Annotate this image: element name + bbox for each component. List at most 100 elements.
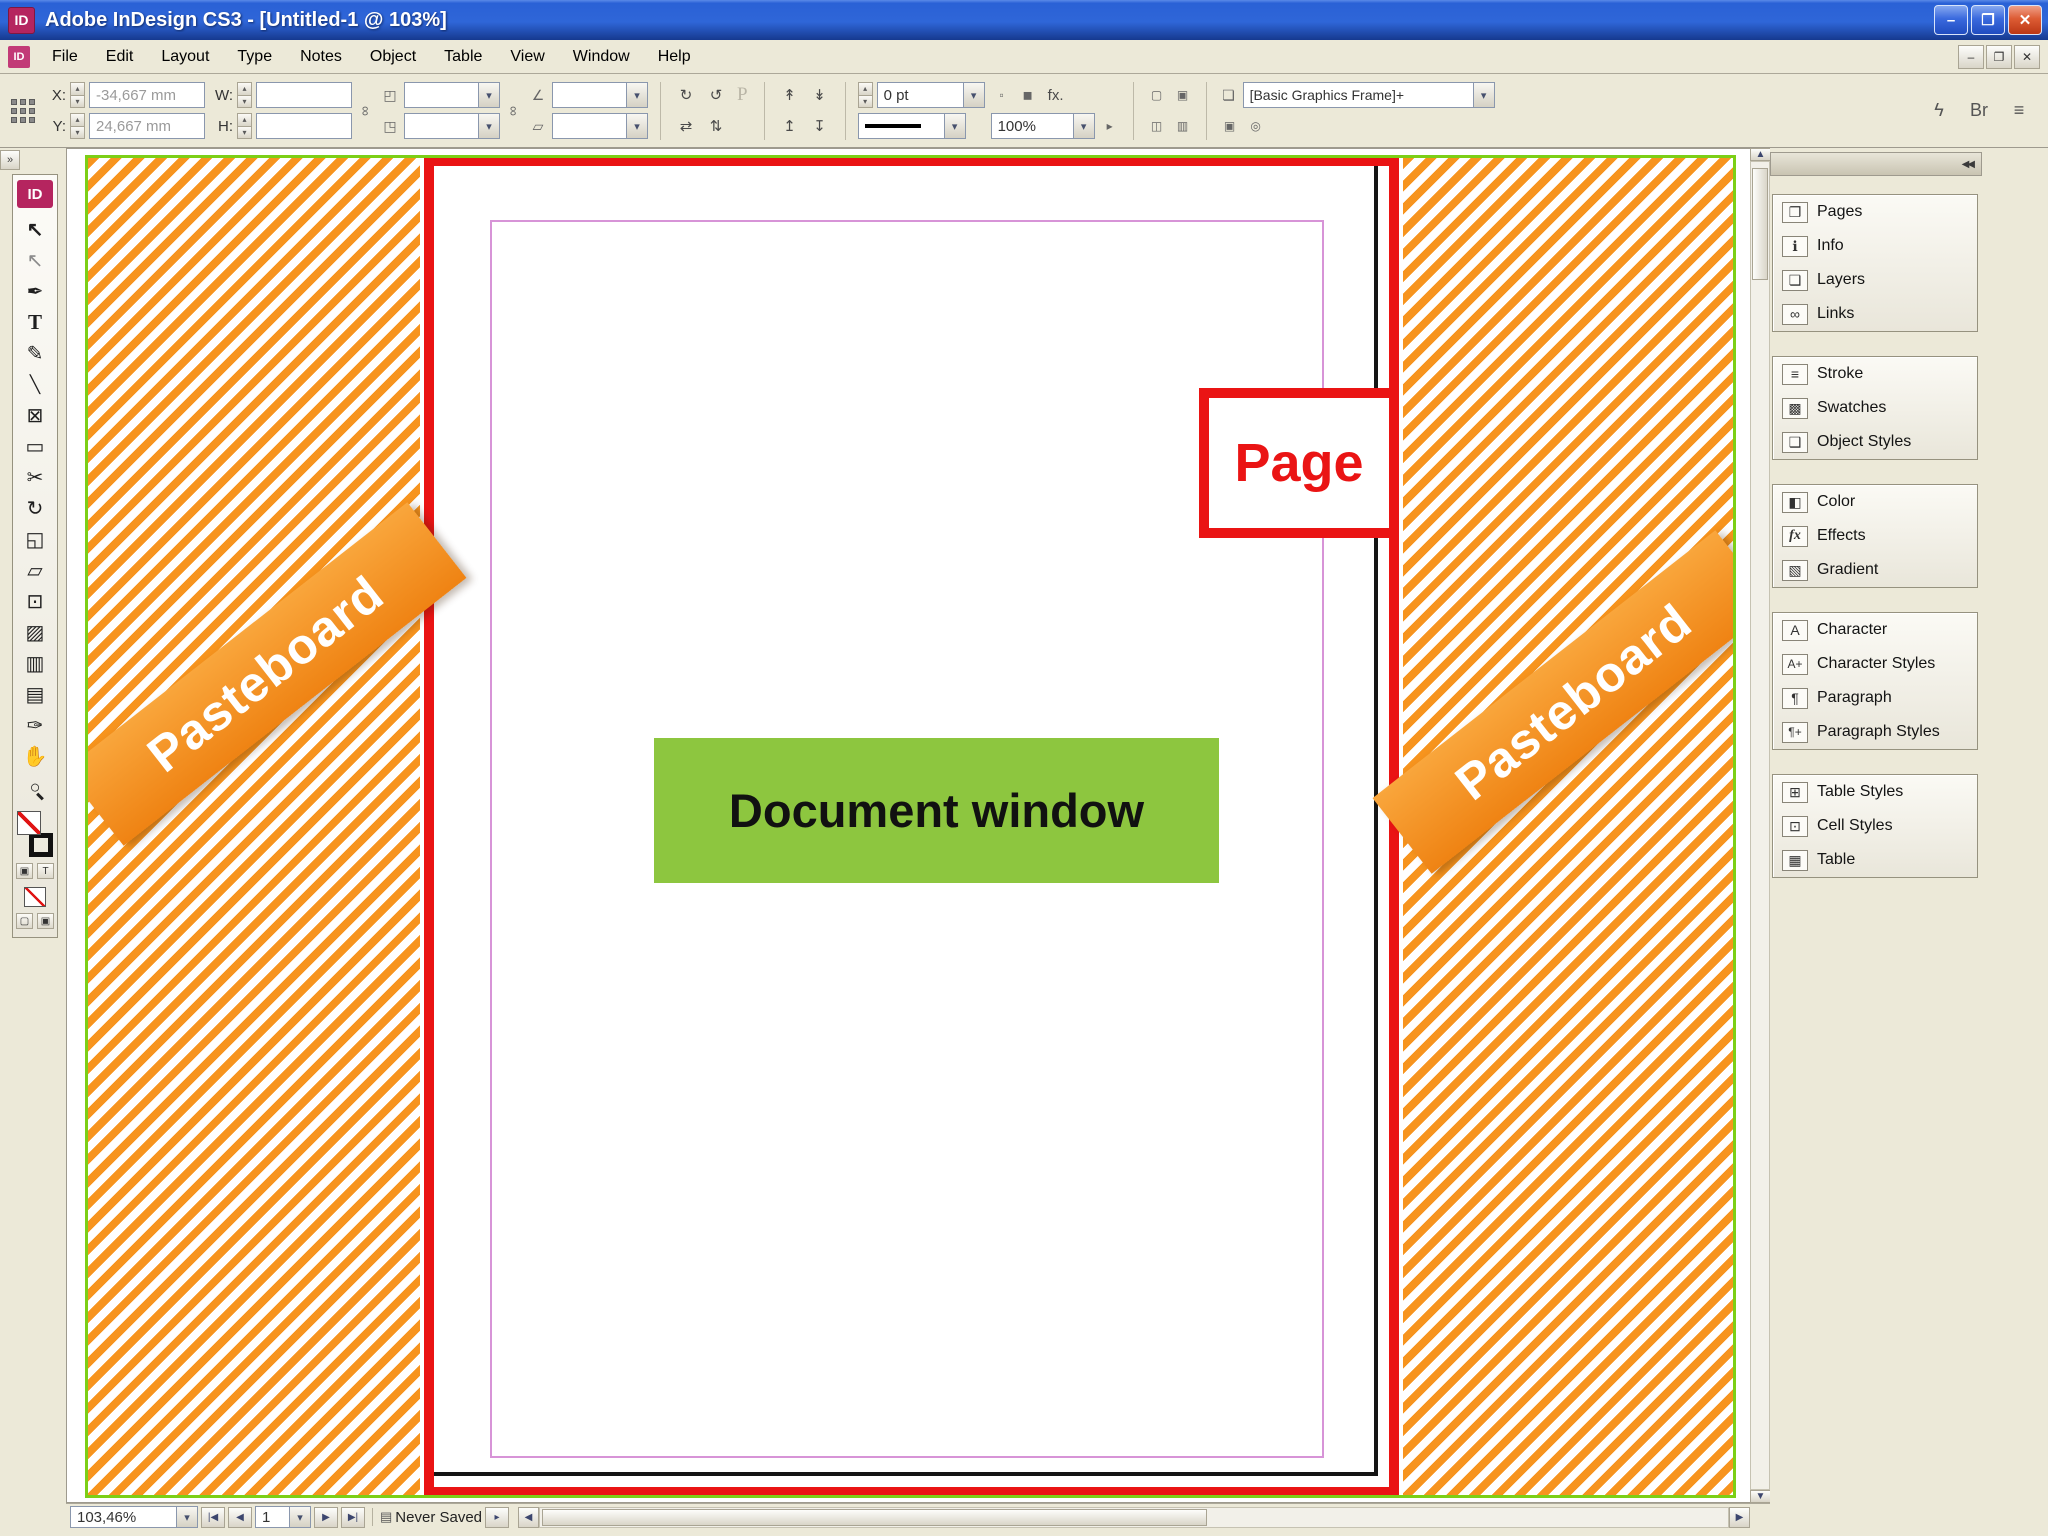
corner-options-button[interactable]: ◎ xyxy=(1245,113,1267,139)
panel-paragraph-styles[interactable]: ¶+ Paragraph Styles xyxy=(1773,715,1977,749)
normal-view-button[interactable]: ▢ xyxy=(16,913,33,929)
panel-info[interactable]: ℹ Info xyxy=(1773,229,1977,263)
scroll-up-button[interactable]: ▲ xyxy=(1750,148,1771,161)
menu-window[interactable]: Window xyxy=(559,40,644,73)
scissors-tool[interactable]: ✂ xyxy=(15,462,55,493)
x-value-field[interactable]: -34,667 mm xyxy=(89,82,205,108)
rectangle-tool[interactable]: ▭ xyxy=(15,431,55,462)
wrap-bounding-box-button[interactable]: ▣ xyxy=(1172,82,1194,108)
restore-button[interactable]: ❐ xyxy=(1971,5,2005,35)
effects-fx-button[interactable]: fx. xyxy=(1043,82,1069,108)
menu-help[interactable]: Help xyxy=(644,40,705,73)
pen-tool[interactable]: ✒ xyxy=(15,276,55,307)
last-page-button[interactable]: ▶| xyxy=(341,1506,365,1528)
horizontal-scrollbar[interactable]: ◀ ▶ xyxy=(518,1506,1750,1528)
drop-shadow-button[interactable]: ◼ xyxy=(1017,82,1039,108)
h-spinner[interactable] xyxy=(237,113,252,139)
scroll-left-button[interactable]: ◀ xyxy=(518,1506,540,1528)
object-style-combo[interactable]: [Basic Graphics Frame]+ xyxy=(1242,82,1495,108)
doc-restore-button[interactable]: ❐ xyxy=(1986,44,2012,69)
wrap-object-shape-button[interactable]: ◫ xyxy=(1146,113,1168,139)
go-to-bridge-button[interactable]: Br xyxy=(1966,98,1992,124)
type-tool[interactable]: T xyxy=(15,307,55,338)
menu-edit[interactable]: Edit xyxy=(92,40,148,73)
doc-close-button[interactable]: ✕ xyxy=(2014,44,2040,69)
gradient-tool[interactable]: ▨ xyxy=(15,617,55,648)
menu-notes[interactable]: Notes xyxy=(286,40,356,73)
horizontal-scroll-thumb[interactable] xyxy=(542,1508,1208,1526)
horizontal-scroll-track[interactable] xyxy=(539,1506,1729,1528)
panel-character-styles[interactable]: A+ Character Styles xyxy=(1773,647,1977,681)
select-container-button[interactable]: ↟ xyxy=(777,82,803,108)
line-tool[interactable]: ╲ xyxy=(15,369,55,400)
w-spinner[interactable] xyxy=(237,82,252,108)
scroll-down-button[interactable]: ▼ xyxy=(1750,1490,1771,1503)
panel-stroke[interactable]: ≡ Stroke xyxy=(1773,357,1977,391)
minimize-button[interactable]: – xyxy=(1934,5,1968,35)
menu-type[interactable]: Type xyxy=(223,40,286,73)
opacity-combo[interactable]: 100% xyxy=(990,113,1095,139)
stroke-style-combo[interactable] xyxy=(857,113,966,139)
menu-view[interactable]: View xyxy=(496,40,558,73)
rotate-tool[interactable]: ↻ xyxy=(15,493,55,524)
status-expand-button[interactable]: ▸ xyxy=(485,1506,510,1528)
vertical-scrollbar[interactable]: ▲ ▼ xyxy=(1750,148,1771,1530)
h-value-field[interactable] xyxy=(256,113,352,139)
panel-pages[interactable]: ❐ Pages xyxy=(1773,195,1977,229)
panel-gradient[interactable]: ▧ Gradient xyxy=(1773,553,1977,587)
scale-tool[interactable]: ◱ xyxy=(15,524,55,555)
formatting-affects-container-button[interactable]: ▣ xyxy=(16,863,33,879)
panel-table-styles[interactable]: ⊞ Table Styles xyxy=(1773,775,1977,809)
wrap-none-button[interactable]: ▢ xyxy=(1146,82,1168,108)
menu-object[interactable]: Object xyxy=(356,40,430,73)
pasteboard-area[interactable]: Page Document window Pasteboard Pasteboa… xyxy=(85,155,1736,1498)
stroke-weight-spinner[interactable] xyxy=(858,82,873,108)
menu-layout[interactable]: Layout xyxy=(147,40,223,73)
x-spinner[interactable] xyxy=(70,82,85,108)
rotation-angle-combo[interactable] xyxy=(552,82,648,108)
fill-swatch[interactable] xyxy=(17,811,41,835)
wrap-jump-button[interactable]: ▥ xyxy=(1172,113,1194,139)
y-spinner[interactable] xyxy=(70,113,85,139)
panel-layers[interactable]: ❏ Layers xyxy=(1773,263,1977,297)
preview-view-button[interactable]: ▣ xyxy=(37,913,54,929)
free-transform-tool[interactable]: ⊡ xyxy=(15,586,55,617)
formatting-affects-text-button[interactable]: T xyxy=(37,863,54,879)
vertical-scroll-thumb[interactable] xyxy=(1752,168,1768,280)
panel-object-styles[interactable]: ❑ Object Styles xyxy=(1773,425,1977,459)
control-panel-menu-button[interactable]: ≡ xyxy=(2006,98,2032,124)
previous-page-button[interactable]: ◀ xyxy=(228,1506,252,1528)
zoom-level-combo[interactable]: 103,46% xyxy=(70,1506,198,1528)
selection-tool[interactable]: ↖ xyxy=(15,214,55,245)
panel-character[interactable]: A Character xyxy=(1773,613,1977,647)
rectangle-frame-tool[interactable]: ⊠ xyxy=(15,400,55,431)
frame-fitting-button[interactable]: ▣ xyxy=(1219,113,1241,139)
select-previous-object-button[interactable]: ↥ xyxy=(777,113,803,139)
opacity-expand-button[interactable]: ▸ xyxy=(1099,113,1121,139)
scale-x-combo[interactable] xyxy=(404,82,500,108)
zoom-tool[interactable]: ○ xyxy=(15,772,55,803)
quick-apply-button[interactable]: ϟ xyxy=(1926,98,1952,124)
no-effect-button[interactable]: ▫ xyxy=(991,82,1013,108)
toolbox-collapse-arrows-icon[interactable]: » xyxy=(0,150,20,170)
panel-paragraph[interactable]: ¶ Paragraph xyxy=(1773,681,1977,715)
gradient-feather-tool[interactable]: ▥ xyxy=(15,648,55,679)
scroll-right-button[interactable]: ▶ xyxy=(1729,1506,1750,1528)
y-value-field[interactable]: 24,667 mm xyxy=(89,113,205,139)
eyedropper-tool[interactable]: ✑ xyxy=(15,710,55,741)
doc-minimize-button[interactable]: – xyxy=(1958,44,1984,69)
apply-none-button[interactable] xyxy=(24,887,46,907)
select-next-object-button[interactable]: ↧ xyxy=(807,113,833,139)
menu-table[interactable]: Table xyxy=(430,40,496,73)
scale-y-combo[interactable] xyxy=(404,113,500,139)
stroke-swatch[interactable] xyxy=(29,833,53,857)
w-value-field[interactable] xyxy=(256,82,352,108)
collapse-dock-icon[interactable]: ◀◀ xyxy=(1962,159,1975,170)
reference-point-proxy[interactable] xyxy=(8,96,38,126)
title-bar[interactable]: ID Adobe InDesign CS3 - [Untitled-1 @ 10… xyxy=(0,0,2048,40)
stroke-weight-combo[interactable]: 0 pt xyxy=(876,82,985,108)
dock-header[interactable]: ◀◀ xyxy=(1770,152,1982,176)
shear-angle-combo[interactable] xyxy=(552,113,648,139)
first-page-button[interactable]: |◀ xyxy=(201,1506,225,1528)
vertical-scroll-track[interactable] xyxy=(1750,161,1770,1490)
